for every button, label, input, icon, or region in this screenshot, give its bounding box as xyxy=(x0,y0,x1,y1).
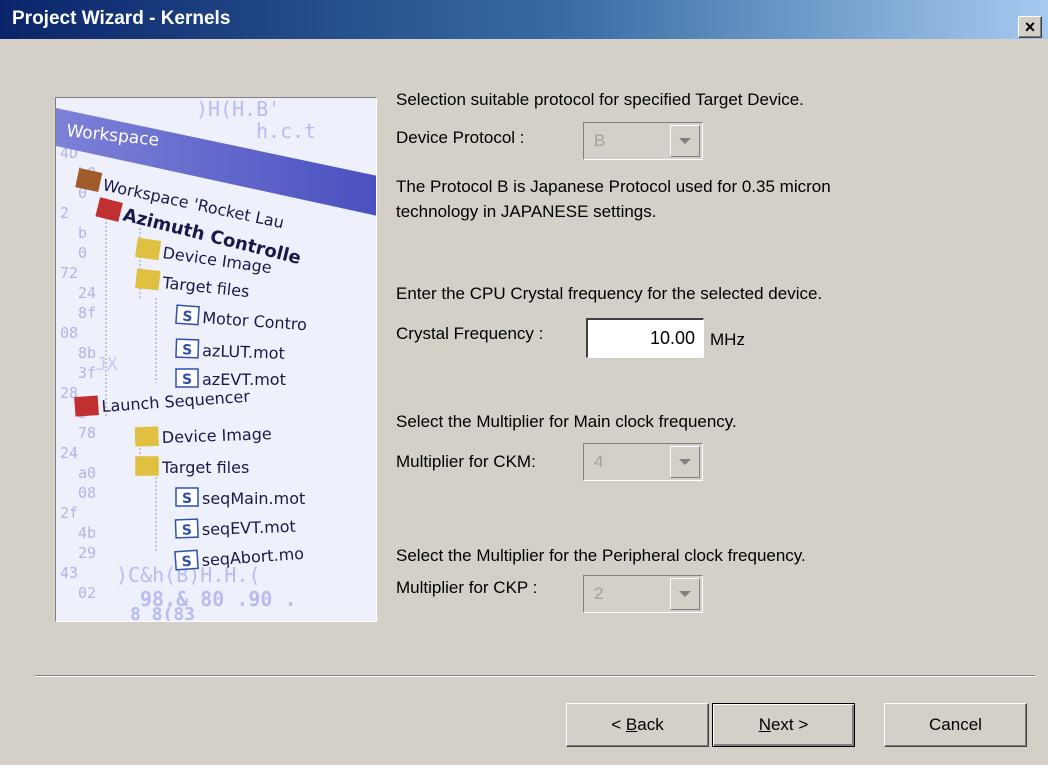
hex-glyph: 0 xyxy=(78,244,87,262)
source-file-glyph: S xyxy=(182,522,193,538)
preview-tree-label: Device Image xyxy=(161,424,272,447)
bg-glyphs-bottom2: 8 8(83 xyxy=(130,604,195,622)
hex-glyph: 02 xyxy=(78,584,96,602)
back-button-rest: ack xyxy=(637,715,664,734)
divider xyxy=(35,675,1035,677)
source-file-glyph: S xyxy=(181,554,192,571)
title-bar: Project Wizard - Kernels × xyxy=(0,0,1048,40)
workspace-icon xyxy=(75,168,103,193)
dropdown-arrow-button[interactable] xyxy=(670,446,700,478)
next-button-mnemonic: N xyxy=(758,715,771,734)
preview-tree-item: SazEVT.mot xyxy=(175,368,286,389)
hex-glyph: 72 xyxy=(60,264,78,282)
close-icon: × xyxy=(1024,17,1036,37)
hex-glyph: 24 xyxy=(60,444,78,462)
hex-glyph: 8f xyxy=(78,304,96,322)
ckm-label: Multiplier for CKM: xyxy=(396,452,536,471)
hex-glyph: 3f xyxy=(78,364,96,382)
protocol-description-line2: technology in JAPANESE settings. xyxy=(396,202,657,221)
preview-tree-item: SseqMain.mot xyxy=(175,487,305,508)
chevron-down-icon xyxy=(679,459,691,465)
folder-icon xyxy=(135,237,162,261)
preview-tree-label: Target files xyxy=(161,458,249,477)
source-file-glyph: S xyxy=(182,491,192,507)
ckp-label: Multiplier for CKP : xyxy=(396,578,538,597)
preview-tree-item: Target files xyxy=(135,456,249,477)
bg-glyphs-top2: h.c.t xyxy=(256,119,316,143)
bg-glyphs-mid: JX xyxy=(96,354,118,375)
device-protocol-value: B xyxy=(594,131,606,150)
hex-glyph: 24 xyxy=(78,284,96,302)
hex-glyph: 2f xyxy=(60,504,78,522)
ckm-intro-text: Select the Multiplier for Main clock fre… xyxy=(396,412,737,431)
folder-icon xyxy=(135,268,161,291)
cancel-button-label: Cancel xyxy=(929,715,982,734)
crystal-frequency-unit: MHz xyxy=(710,330,745,349)
ckp-multiplier-value: 2 xyxy=(594,584,604,603)
preview-tree-label: seqMain.mot xyxy=(202,489,305,508)
wizard-preview-image: )H(H.B' h.c.t )C&h(B)H.H.( 98.& 80 .90 .… xyxy=(55,97,377,622)
protocol-description-line1: The Protocol B is Japanese Protocol used… xyxy=(396,177,831,196)
ckm-multiplier-value: 4 xyxy=(594,452,604,471)
back-button-mnemonic: B xyxy=(625,715,638,734)
hex-glyph: 08 xyxy=(60,324,78,342)
hex-glyph: a0 xyxy=(78,464,96,482)
window-title: Project Wizard - Kernels xyxy=(12,8,231,29)
folder-icon xyxy=(135,456,159,476)
hex-glyph: 43 xyxy=(60,564,78,582)
folder-icon xyxy=(134,426,159,447)
hex-glyph: b xyxy=(78,224,87,242)
dropdown-arrow-button[interactable] xyxy=(670,578,700,610)
close-button[interactable]: × xyxy=(1018,16,1042,38)
bg-glyphs-top: )H(H.B' xyxy=(196,98,280,121)
hex-glyph: 4b xyxy=(78,524,96,542)
next-button-rest: ext > xyxy=(770,715,809,734)
chevron-down-icon xyxy=(679,591,691,597)
ckm-multiplier-select[interactable]: 4 xyxy=(583,443,703,481)
hex-glyph: 2 xyxy=(60,204,69,222)
ckp-intro-text: Select the Multiplier for the Peripheral… xyxy=(396,546,806,565)
preview-illustration: )H(H.B' h.c.t )C&h(B)H.H.( 98.& 80 .90 .… xyxy=(56,98,376,622)
crystal-intro-text: Enter the CPU Crystal frequency for the … xyxy=(396,284,823,303)
hex-glyph: 78 xyxy=(78,424,96,442)
source-file-glyph: S xyxy=(182,342,193,358)
next-button[interactable]: Next > xyxy=(712,703,855,747)
back-button-prefix: < xyxy=(611,715,626,734)
hex-glyph: 8b xyxy=(78,344,96,362)
source-file-glyph: S xyxy=(182,309,193,326)
source-file-glyph: S xyxy=(182,372,192,388)
device-protocol-select[interactable]: B xyxy=(583,122,703,160)
crystal-frequency-input[interactable] xyxy=(586,318,704,358)
dropdown-arrow-button[interactable] xyxy=(670,125,700,157)
hex-glyph: 29 xyxy=(78,544,96,562)
device-protocol-label: Device Protocol : xyxy=(396,128,525,147)
preview-tree-label: azLUT.mot xyxy=(202,341,285,363)
chevron-down-icon xyxy=(679,138,691,144)
back-button[interactable]: < Back xyxy=(566,703,709,747)
project-icon xyxy=(74,395,99,417)
protocol-intro-text: Selection suitable protocol for specifie… xyxy=(396,90,804,109)
ckp-multiplier-select[interactable]: 2 xyxy=(583,575,703,613)
preview-tree-label: seqEVT.mot xyxy=(201,517,296,539)
preview-tree-item: SseqEVT.mot xyxy=(174,517,296,539)
hex-glyph: 08 xyxy=(78,484,96,502)
cancel-button[interactable]: Cancel xyxy=(884,703,1027,747)
crystal-frequency-label: Crystal Frequency : xyxy=(396,324,544,343)
